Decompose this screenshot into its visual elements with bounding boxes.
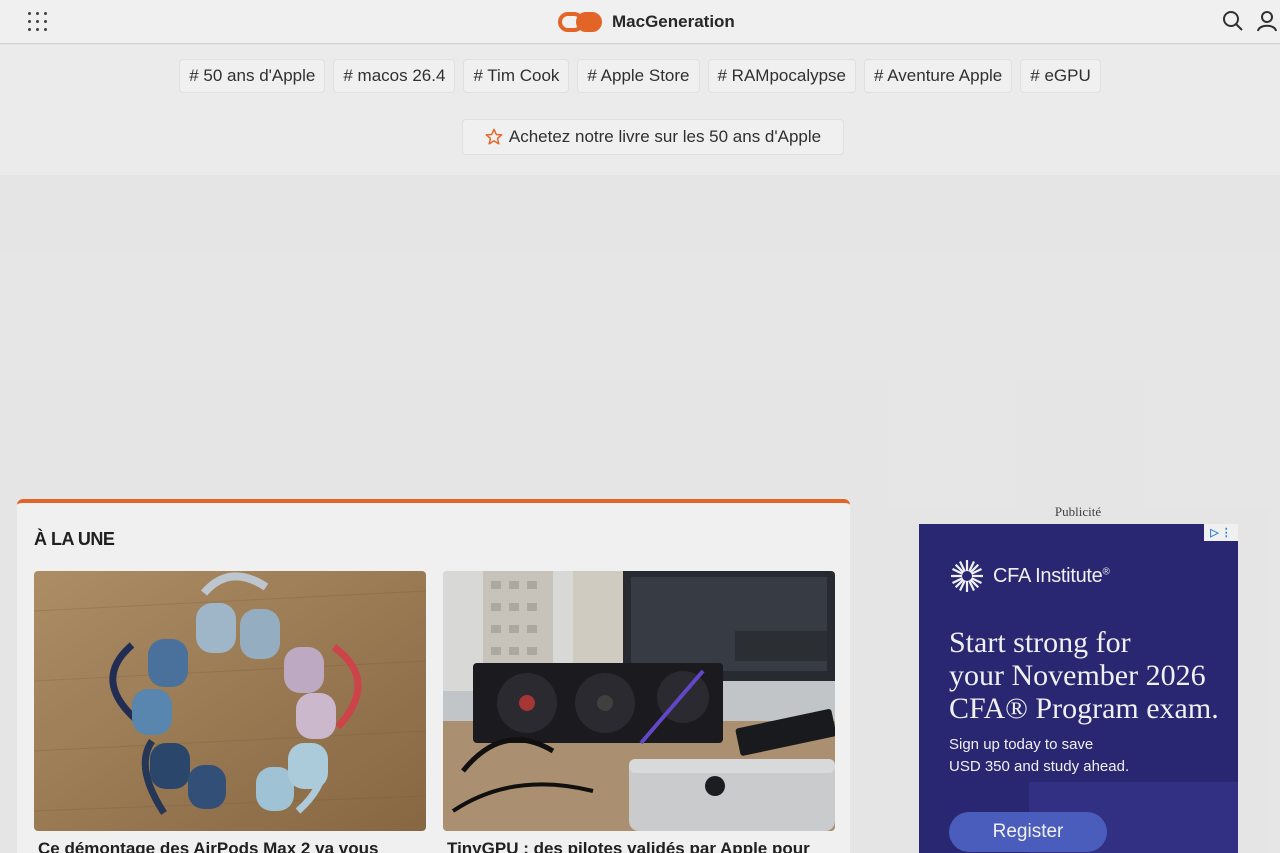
featured-section: À LA UNE Ce démontage des AirPods Max 2 … [17,499,850,853]
user-account-icon[interactable] [1256,10,1278,32]
search-icon[interactable] [1222,10,1244,32]
featured-article-2[interactable]: TinyGPU : des pilotes validés par Apple … [443,571,835,853]
ad-headline: Start strong for your November 2026 CFA®… [949,626,1219,725]
tag-rampocalypse[interactable]: # RAMpocalypse [707,59,857,93]
article-title[interactable]: Ce démontage des AirPods Max 2 va vous [34,839,426,853]
macgeneration-logo-icon [558,10,604,34]
tag-tim-cook[interactable]: # Tim Cook [463,59,570,93]
tag-apple-store[interactable]: # Apple Store [577,59,700,93]
site-logo-link[interactable]: MacGeneration [558,9,735,35]
ad-body-text: Sign up today to save USD 350 and study … [949,736,1130,775]
tag-macos-26-4[interactable]: # macos 26.4 [333,59,456,93]
cfa-globe-icon [951,560,983,592]
tag-list: # 50 ans d'Apple # macos 26.4 # Tim Cook… [0,59,1280,93]
article-thumbnail-tinygpu[interactable] [443,571,835,831]
ad-label: Publicité [1054,504,1102,519]
top-navigation-bar: MacGeneration [0,0,1280,44]
article-title[interactable]: TinyGPU : des pilotes validés par Apple … [443,839,835,853]
advertisement-banner[interactable]: ▷ ⋮ CFA Institute® Start strong for your … [919,524,1238,853]
ad-choices-icon[interactable]: ▷ ⋮ [1204,524,1238,541]
tag-egpu[interactable]: # eGPU [1020,59,1101,93]
tag-50-ans-apple[interactable]: # 50 ans d'Apple [179,59,326,93]
buy-book-button[interactable]: Achetez notre livre sur les 50 ans d'App… [462,119,844,155]
cfa-brand: CFA Institute® [949,558,1110,594]
trending-tags-area: # 50 ans d'Apple # macos 26.4 # Tim Cook… [0,45,1280,175]
buy-book-label: Achetez notre livre sur les 50 ans d'App… [508,127,822,146]
section-title: À LA UNE [34,529,115,549]
apps-grid-icon[interactable] [26,10,50,34]
article-thumbnail-airpods[interactable] [34,571,426,831]
site-name: MacGeneration [612,12,735,31]
tag-aventure-apple[interactable]: # Aventure Apple [864,59,1013,93]
featured-article-1[interactable]: Ce démontage des AirPods Max 2 va vous [34,571,426,853]
register-button[interactable]: Register [949,812,1107,852]
cfa-brand-name: CFA Institute® [993,564,1110,587]
star-icon [485,128,503,145]
